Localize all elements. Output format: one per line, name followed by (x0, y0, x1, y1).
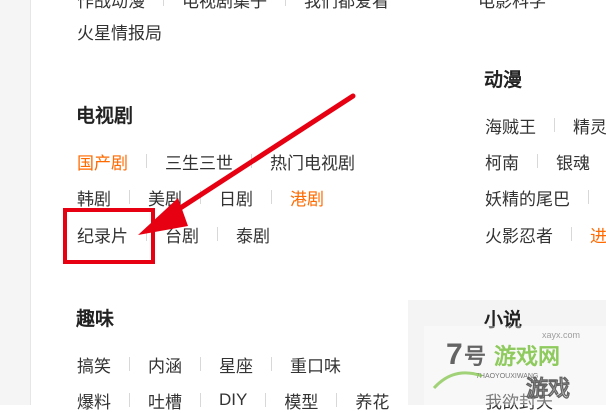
anime-row-3: 妖精的尾巴 (485, 184, 606, 210)
category-link-model[interactable]: 模型 (284, 388, 318, 413)
section-title-tv: 电视剧 (76, 106, 134, 127)
category-link-flowers[interactable]: 养花 (355, 388, 389, 413)
anime-row-1: 海贼王 精灵 (485, 112, 606, 138)
category-link-sanshengsanshi[interactable]: 三生三世 (165, 149, 233, 174)
left-panel-edge (0, 0, 31, 405)
svg-text:xayx.com: xayx.com (542, 330, 580, 340)
category-link[interactable]: 电视剧集子 (182, 0, 267, 12)
category-link-heavy[interactable]: 重口味 (290, 352, 341, 377)
category-row-extra: 火星情报局 (77, 18, 162, 44)
category-link-horoscope[interactable]: 星座 (219, 352, 253, 377)
site-watermark-logo: 7 号 游戏网 7HAOYOUXIWANG 游戏 xayx.com (424, 326, 606, 405)
fun-row-1: 搞笑 内涵 星座 重口味 (77, 351, 341, 377)
category-link-korean[interactable]: 韩剧 (77, 185, 111, 210)
category-link-american[interactable]: 美剧 (148, 185, 182, 210)
category-link-funny[interactable]: 搞笑 (77, 352, 111, 377)
category-link-gossip[interactable]: 爆料 (77, 388, 111, 413)
highlight-box (63, 208, 155, 264)
category-link-thai[interactable]: 泰剧 (236, 222, 270, 247)
category-link-guochan[interactable]: 国产剧 (77, 149, 128, 174)
svg-text:7: 7 (446, 338, 463, 371)
anime-row-2: 柯南 银魂 (485, 148, 590, 174)
category-link-conan[interactable]: 柯南 (485, 149, 519, 174)
category-link-diy[interactable]: DIY (219, 390, 247, 410)
category-link-neihan[interactable]: 内涵 (148, 352, 182, 377)
category-link[interactable]: 电影科学 (478, 0, 546, 12)
category-link-fairytail[interactable]: 妖精的尾巴 (485, 185, 570, 210)
category-link-naruto[interactable]: 火影忍者 (485, 222, 553, 247)
svg-text:游戏网: 游戏网 (494, 344, 560, 370)
fun-row-2: 爆料 吐槽 DIY 模型 养花 (77, 387, 389, 413)
svg-text:号: 号 (464, 345, 486, 370)
category-link-hongkong[interactable]: 港剧 (290, 185, 324, 210)
category-link-roast[interactable]: 吐槽 (148, 388, 182, 413)
anime-row-4: 火影忍者 进 (485, 221, 606, 247)
category-link[interactable]: 作战动漫 (77, 0, 145, 12)
category-row-top-cut: 作战动漫 电视剧集子 我们都爱看 (77, 0, 389, 12)
category-link-huoxing[interactable]: 火星情报局 (77, 19, 162, 44)
category-link-onepiece[interactable]: 海贼王 (485, 113, 536, 138)
category-link-cut[interactable]: 精灵 (573, 113, 606, 138)
category-link-hot-tv[interactable]: 热门电视剧 (270, 149, 355, 174)
svg-text:游戏: 游戏 (526, 376, 570, 402)
category-link-cut-orange[interactable]: 进 (590, 222, 606, 247)
tv-row-2: 韩剧 美剧 日剧 港剧 (77, 184, 324, 210)
section-title-fun: 趣味 (76, 309, 115, 330)
category-link[interactable]: 我们都爱看 (304, 0, 389, 12)
category-row-top-cut-right: 电影科学 (478, 0, 546, 12)
category-link-taiwan[interactable]: 台剧 (165, 222, 199, 247)
category-link-gintama[interactable]: 银魂 (556, 149, 590, 174)
category-link-japanese[interactable]: 日剧 (219, 185, 253, 210)
section-title-anime: 动漫 (484, 70, 523, 91)
tv-row-1: 国产剧 三生三世 热门电视剧 (77, 148, 355, 174)
